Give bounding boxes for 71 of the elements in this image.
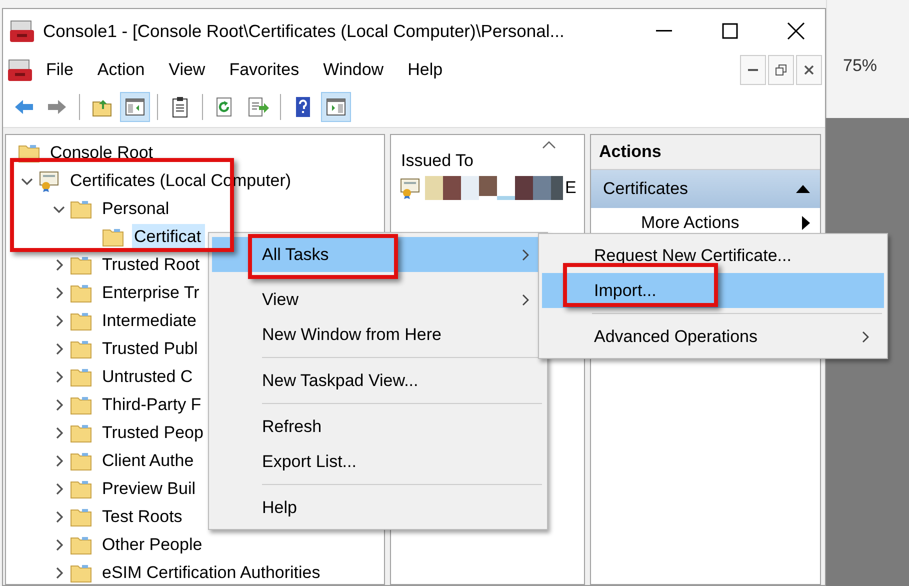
maximize-icon <box>722 23 738 39</box>
tree-item[interactable]: Third-Party F <box>100 392 206 418</box>
menu-item[interactable]: View <box>158 57 216 83</box>
tree-item[interactable]: Untrusted C <box>100 364 197 390</box>
toolbox-icon <box>7 58 33 82</box>
tree-item[interactable]: Enterprise Tr <box>100 280 204 306</box>
tree-item[interactable]: Preview Buil <box>100 476 200 502</box>
menu-item[interactable]: Export List... <box>212 444 544 479</box>
tree-item[interactable]: Intermediate <box>100 308 200 334</box>
folder-icon <box>70 199 92 219</box>
restore-button[interactable] <box>768 55 794 85</box>
tree-item[interactable]: Trusted Peop <box>100 420 208 446</box>
minimize-icon <box>748 69 758 71</box>
tree-icon <box>124 96 146 118</box>
menu-item[interactable]: Window <box>312 57 395 83</box>
toolbar-button[interactable] <box>321 92 351 122</box>
folder-icon <box>70 311 92 331</box>
tree-item[interactable]: Certificat <box>132 224 206 250</box>
export-icon <box>247 96 269 118</box>
folder-icon <box>70 283 92 303</box>
tree-item[interactable]: Other People <box>100 532 206 558</box>
window-title: Console1 - [Console Root\Certificates (Local Computer)\Personal... <box>43 20 566 42</box>
tree-item[interactable]: Client Authe <box>100 448 198 474</box>
minimize-icon <box>656 30 672 32</box>
menu-item[interactable]: File <box>35 57 84 83</box>
folder-icon <box>70 479 92 499</box>
menu-item[interactable]: Request New Certificate... <box>542 238 884 273</box>
folder-icon <box>70 535 92 555</box>
folder-icon <box>70 367 92 387</box>
triangle-up-icon <box>796 185 810 193</box>
menu-item[interactable]: Import... <box>542 273 884 308</box>
tree-item[interactable]: Trusted Publ <box>100 336 202 362</box>
table-cell: E <box>565 178 576 198</box>
chevron-right-icon <box>522 294 530 306</box>
tree-item[interactable]: Trusted Root <box>100 252 204 278</box>
toolbox-icon <box>9 19 35 43</box>
actionpane-icon <box>325 96 347 118</box>
action-item[interactable]: More Actions <box>591 208 820 238</box>
menu-item[interactable]: Help <box>396 57 454 83</box>
menu-item[interactable]: Help <box>212 490 544 525</box>
folder-icon <box>70 451 92 471</box>
triangle-right-icon <box>802 216 810 230</box>
zoom-label: 75% <box>843 56 878 76</box>
menu-item[interactable]: New Taskpad View... <box>212 363 544 398</box>
menu-item[interactable]: Advanced Operations <box>542 319 884 354</box>
chevron-right-icon <box>862 330 870 342</box>
menu-item[interactable]: Action <box>86 57 156 83</box>
minimize-button[interactable] <box>740 55 766 85</box>
close-button[interactable] <box>796 55 822 85</box>
pane-title: Actions <box>591 135 820 170</box>
tree-item[interactable]: Console Root <box>48 140 158 166</box>
folder-icon <box>70 423 92 443</box>
restore-icon <box>775 64 787 76</box>
close-icon <box>787 22 805 40</box>
folder-icon <box>70 395 92 415</box>
folder-icon <box>70 507 92 527</box>
column-header[interactable]: Issued To <box>401 151 474 171</box>
menu-item[interactable]: Favorites <box>218 57 310 83</box>
tree-item[interactable]: eSIM Certification Authorities <box>100 560 324 584</box>
folder-icon <box>70 255 92 275</box>
close-icon <box>804 65 814 75</box>
tree-item[interactable]: Test Roots <box>100 504 186 530</box>
folder-icon <box>102 227 124 247</box>
tree-item[interactable]: Personal <box>100 196 174 222</box>
action-group[interactable]: Certificates <box>591 170 820 208</box>
folder-icon <box>70 563 92 583</box>
menu-item[interactable]: Refresh <box>212 409 544 444</box>
folder-icon <box>70 339 92 359</box>
toolbar-button[interactable] <box>120 92 150 122</box>
sort-up-icon <box>542 141 556 149</box>
chevron-right-icon <box>522 248 530 260</box>
